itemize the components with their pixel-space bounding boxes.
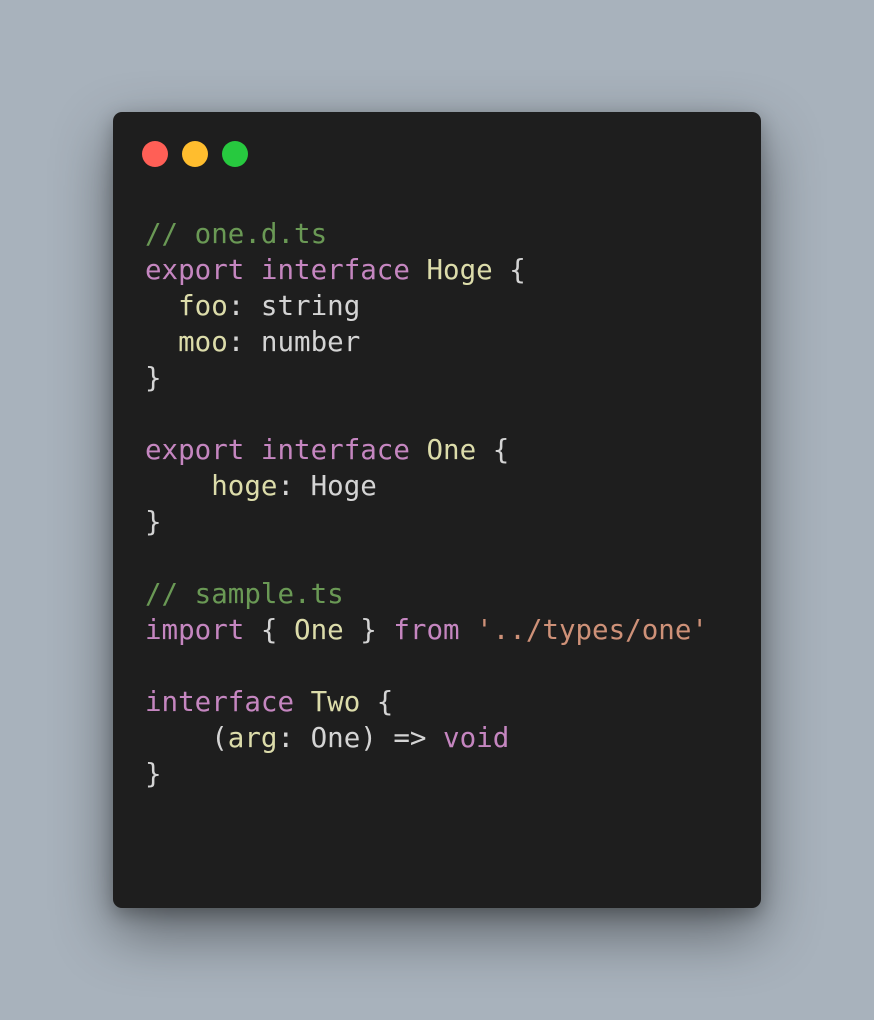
code-token-plain: {: [360, 686, 394, 718]
code-token-keyword: void: [443, 722, 510, 754]
code-line: }: [145, 504, 708, 540]
code-token-keyword: export: [145, 434, 245, 466]
code-token-comment: // sample.ts: [145, 578, 344, 610]
code-line: export interface Hoge {: [145, 252, 708, 288]
code-line: // one.d.ts: [145, 216, 708, 252]
code-token-keyword: interface: [260, 254, 410, 286]
code-token-plain: (: [145, 722, 228, 754]
code-token-type: Hoge: [426, 254, 493, 286]
code-line: (arg: One) => void: [145, 720, 708, 756]
window-controls: [142, 141, 248, 167]
code-token-plain: }: [145, 758, 162, 790]
code-token-keyword: interface: [260, 434, 410, 466]
code-token-plain: : number: [227, 326, 361, 358]
code-line: foo: string: [145, 288, 708, 324]
code-line: hoge: Hoge: [145, 468, 708, 504]
close-dot[interactable]: [142, 141, 168, 167]
code-line: }: [145, 360, 708, 396]
code-token-plain: {: [492, 254, 526, 286]
code-line: import { One } from '../types/one': [145, 612, 708, 648]
code-line: interface Two {: [145, 684, 708, 720]
code-token-plain: }: [145, 362, 162, 394]
code-token-plain: }: [343, 614, 394, 646]
code-block: // one.d.ts export interface Hoge { foo: …: [145, 216, 708, 792]
code-token-plain: }: [145, 506, 162, 538]
code-token-comment: // one.d.ts: [145, 218, 328, 250]
code-token-type: Two: [310, 686, 361, 718]
code-window: // one.d.ts export interface Hoge { foo: …: [113, 112, 761, 908]
minimize-dot[interactable]: [182, 141, 208, 167]
code-token-type: One: [426, 434, 477, 466]
code-token-string: '../types/one': [476, 614, 708, 646]
code-token-plain: {: [244, 614, 295, 646]
code-line: moo: number: [145, 324, 708, 360]
code-line: }: [145, 756, 708, 792]
code-token-property: arg: [227, 722, 278, 754]
code-token-keyword: export: [145, 254, 245, 286]
code-token-property: moo: [178, 326, 228, 358]
code-line: export interface One {: [145, 432, 708, 468]
code-token-plain: : Hoge: [277, 470, 377, 502]
code-token-keyword: import: [145, 614, 245, 646]
code-token-keyword: from: [393, 614, 460, 646]
code-token-plain: : One) =>: [277, 722, 444, 754]
code-token-property: foo: [178, 290, 228, 322]
code-token-type: One: [294, 614, 344, 646]
code-token-plain: {: [476, 434, 510, 466]
code-token-keyword: interface: [145, 686, 295, 718]
code-token-plain: : string: [227, 290, 361, 322]
maximize-dot[interactable]: [222, 141, 248, 167]
code-token-property: hoge: [211, 470, 278, 502]
code-line: // sample.ts: [145, 576, 708, 612]
